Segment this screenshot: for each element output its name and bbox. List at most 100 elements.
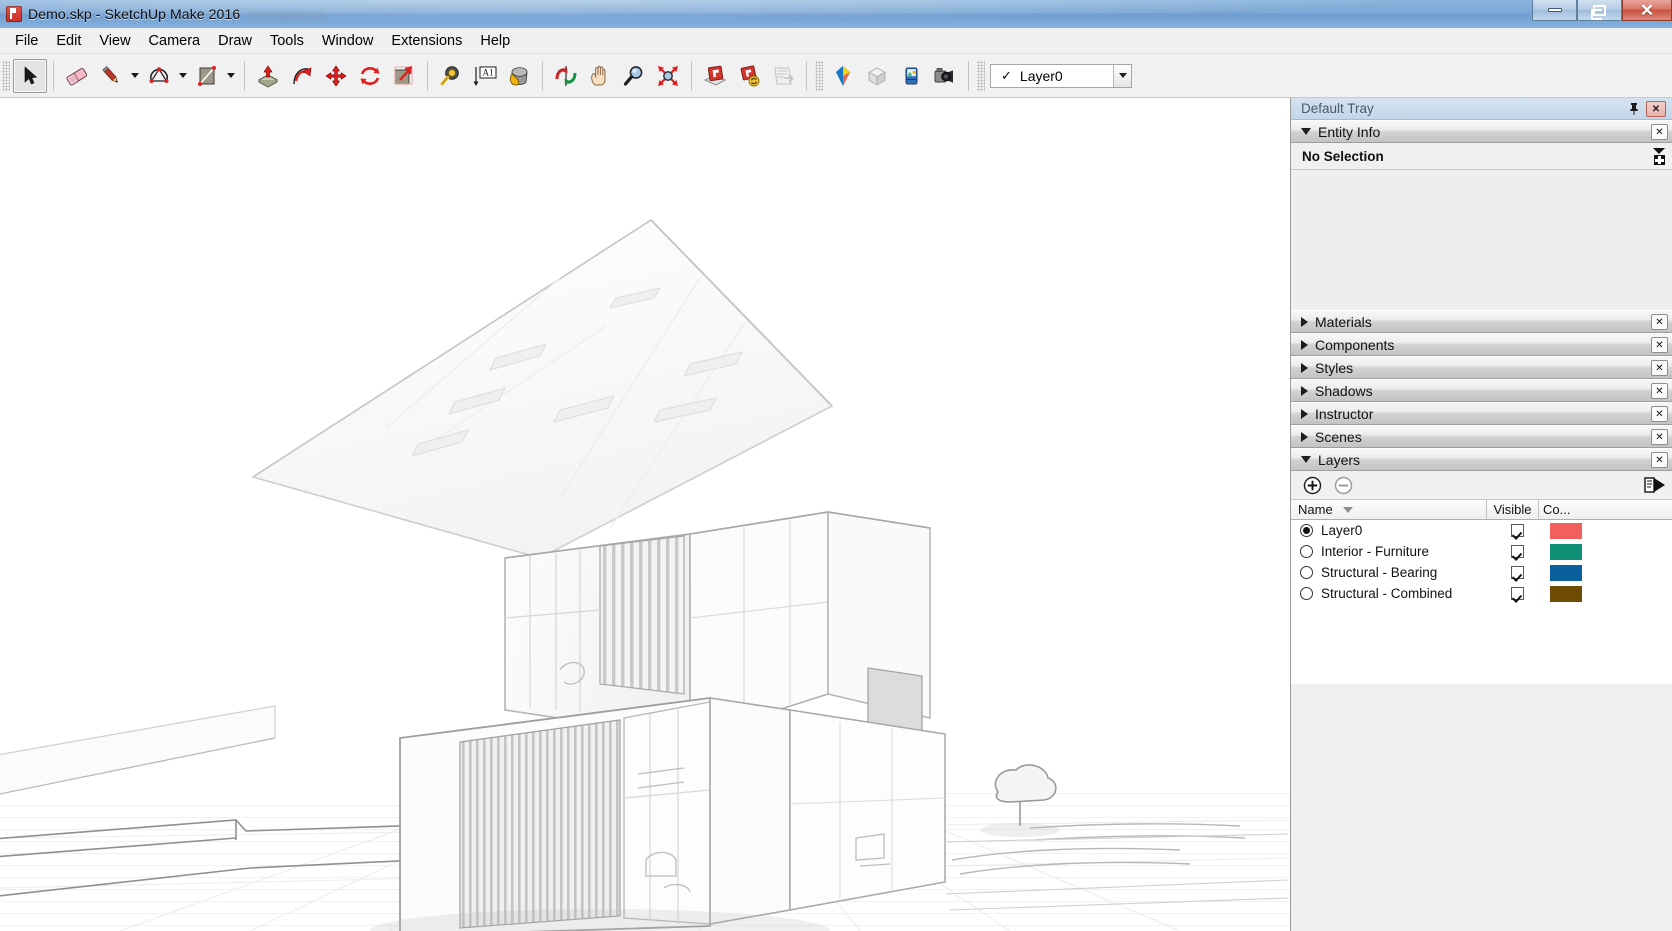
paint-bucket-tool-button[interactable] bbox=[502, 59, 536, 93]
chevron-down-icon bbox=[179, 73, 187, 78]
pencil-tool-button[interactable] bbox=[94, 59, 128, 93]
layer-color-swatch[interactable] bbox=[1550, 585, 1582, 602]
layers-toolbar bbox=[1291, 471, 1672, 499]
restore-button[interactable] bbox=[1577, 0, 1622, 21]
menu-camera[interactable]: Camera bbox=[140, 30, 210, 52]
close-icon: ✕ bbox=[1639, 0, 1655, 20]
close-button[interactable]: ✕ bbox=[1622, 0, 1672, 21]
move-tool-button[interactable] bbox=[319, 59, 353, 93]
tray-header[interactable]: Default Tray ✕ bbox=[1291, 98, 1672, 120]
panel-header-layers[interactable]: Layers ✕ bbox=[1291, 448, 1672, 471]
select-tool-button[interactable] bbox=[13, 58, 47, 93]
panel-header-entity-info[interactable]: Entity Info ✕ bbox=[1291, 120, 1672, 143]
layer-active-radio[interactable] bbox=[1300, 587, 1313, 600]
get-models-tool-button[interactable] bbox=[698, 59, 732, 93]
panel-close-instructor[interactable]: ✕ bbox=[1651, 406, 1668, 422]
component-tool-button[interactable] bbox=[860, 59, 894, 93]
column-header-color[interactable]: Co... bbox=[1539, 500, 1577, 519]
layer-visible-checkbox[interactable] bbox=[1491, 545, 1543, 558]
layers-list[interactable]: Layer0 Interior - Furniture Structural -… bbox=[1291, 520, 1672, 931]
menu-view[interactable]: View bbox=[90, 30, 139, 52]
panel-header-instructor[interactable]: Instructor ✕ bbox=[1291, 402, 1672, 425]
share-model-tool-button[interactable] bbox=[732, 59, 766, 93]
column-header-visible[interactable]: Visible bbox=[1487, 500, 1539, 519]
table-row[interactable]: Layer0 bbox=[1291, 520, 1672, 541]
table-row[interactable]: Structural - Combined bbox=[1291, 583, 1672, 604]
panel-close-styles[interactable]: ✕ bbox=[1651, 360, 1668, 376]
table-row[interactable]: Structural - Bearing bbox=[1291, 562, 1672, 583]
zoom-tool-button[interactable] bbox=[617, 59, 651, 93]
panel-header-scenes[interactable]: Scenes ✕ bbox=[1291, 425, 1672, 448]
title-bar[interactable]: Demo.skp - SketchUp Make 2016 Unregister… bbox=[0, 0, 1672, 28]
panel-close-layers[interactable]: ✕ bbox=[1651, 452, 1668, 468]
materials-tool-button[interactable] bbox=[894, 59, 928, 93]
entity-info-body: No Selection bbox=[1291, 143, 1672, 310]
menu-draw[interactable]: Draw bbox=[209, 30, 261, 52]
layer-visible-checkbox[interactable] bbox=[1491, 587, 1543, 600]
panel-header-components[interactable]: Components ✕ bbox=[1291, 333, 1672, 356]
layer-color-swatch[interactable] bbox=[1550, 522, 1582, 539]
arc-tool-button[interactable] bbox=[142, 59, 176, 93]
menu-extensions[interactable]: Extensions bbox=[382, 30, 471, 52]
panel-close-shadows[interactable]: ✕ bbox=[1651, 383, 1668, 399]
panel-header-styles[interactable]: Styles ✕ bbox=[1291, 356, 1672, 379]
toolbar-grip[interactable] bbox=[977, 60, 985, 91]
layer-active-radio[interactable] bbox=[1300, 524, 1313, 537]
toolbar-grip[interactable] bbox=[815, 60, 823, 91]
table-row[interactable]: Interior - Furniture bbox=[1291, 541, 1672, 562]
select-arrow-icon bbox=[24, 65, 38, 84]
panel-close-entity-info[interactable]: ✕ bbox=[1651, 124, 1668, 140]
pin-icon[interactable] bbox=[1628, 102, 1640, 116]
pushpull-tool-button[interactable] bbox=[251, 59, 285, 93]
3d-warehouse-icon bbox=[703, 65, 727, 86]
orbit-tool-button[interactable] bbox=[549, 59, 583, 93]
minimize-button[interactable] bbox=[1532, 0, 1577, 21]
zoom-extents-icon bbox=[658, 65, 678, 86]
panel-close-materials[interactable]: ✕ bbox=[1651, 314, 1668, 330]
rectangle-tool-button[interactable] bbox=[190, 59, 224, 93]
expand-details-icon[interactable] bbox=[1651, 147, 1667, 166]
layer-combo-dropdown-button[interactable] bbox=[1113, 64, 1131, 87]
followme-tool-button[interactable] bbox=[285, 59, 319, 93]
tray-close-button[interactable]: ✕ bbox=[1646, 101, 1666, 117]
menu-file[interactable]: File bbox=[6, 30, 47, 52]
text-tool-button[interactable]: A1 bbox=[468, 59, 502, 93]
rotate-tool-button[interactable] bbox=[353, 59, 387, 93]
panel-close-scenes[interactable]: ✕ bbox=[1651, 429, 1668, 445]
panel-title-shadows: Shadows bbox=[1315, 382, 1373, 399]
pan-tool-button[interactable] bbox=[583, 59, 617, 93]
menu-tools[interactable]: Tools bbox=[261, 30, 313, 52]
menu-window[interactable]: Window bbox=[313, 30, 383, 52]
eraser-icon bbox=[66, 67, 88, 85]
layer-color-swatch[interactable] bbox=[1550, 543, 1582, 560]
layer-combo[interactable]: ✓ Layer0 bbox=[990, 63, 1132, 88]
panel-header-shadows[interactable]: Shadows ✕ bbox=[1291, 379, 1672, 402]
tape-measure-tool-button[interactable] bbox=[434, 59, 468, 93]
remove-layer-icon[interactable] bbox=[1334, 476, 1353, 495]
eraser-tool-button[interactable] bbox=[60, 59, 94, 93]
extension-warehouse-tool-button[interactable] bbox=[766, 59, 800, 93]
layer-active-radio[interactable] bbox=[1300, 566, 1313, 579]
rectangle-tool-dropdown[interactable] bbox=[224, 59, 238, 93]
arc-tool-dropdown[interactable] bbox=[176, 59, 190, 93]
layer-visible-checkbox[interactable] bbox=[1491, 524, 1543, 537]
layer-active-radio[interactable] bbox=[1300, 545, 1313, 558]
camera-tool-button[interactable] bbox=[928, 59, 962, 93]
add-layer-icon[interactable] bbox=[1303, 476, 1322, 495]
scale-tool-button[interactable] bbox=[387, 59, 421, 93]
layer-color-swatch[interactable] bbox=[1550, 564, 1582, 581]
layer-details-icon[interactable] bbox=[1644, 475, 1666, 495]
chevron-right-icon bbox=[1301, 316, 1308, 327]
menu-edit[interactable]: Edit bbox=[47, 30, 90, 52]
3d-model-viewport[interactable] bbox=[0, 98, 1290, 931]
panel-close-components[interactable]: ✕ bbox=[1651, 337, 1668, 353]
toolbar-grip[interactable] bbox=[2, 60, 10, 91]
styles-tool-button[interactable] bbox=[826, 59, 860, 93]
panel-header-materials[interactable]: Materials ✕ bbox=[1291, 310, 1672, 333]
menu-help[interactable]: Help bbox=[471, 30, 519, 52]
panel-title-materials: Materials bbox=[1315, 313, 1372, 330]
layer-visible-checkbox[interactable] bbox=[1491, 566, 1543, 579]
pencil-tool-dropdown[interactable] bbox=[128, 59, 142, 93]
column-header-name[interactable]: Name bbox=[1291, 500, 1487, 519]
zoom-extents-tool-button[interactable] bbox=[651, 59, 685, 93]
